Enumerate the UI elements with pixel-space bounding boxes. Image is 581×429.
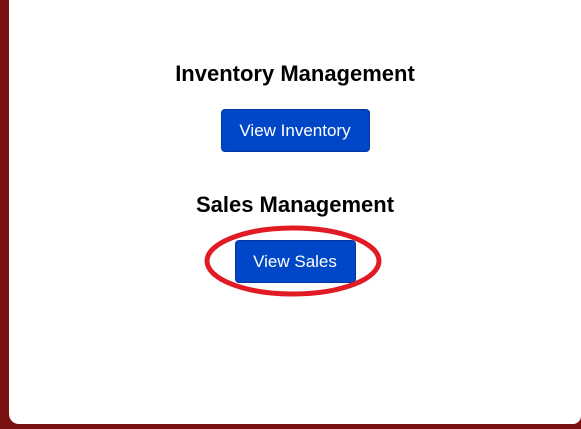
content-card: Inventory Management View Inventory Sale… [9,0,581,424]
view-sales-button[interactable]: View Sales [234,240,356,283]
sales-title: Sales Management [195,192,395,217]
view-inventory-button[interactable]: View Inventory [220,109,370,152]
sales-section: Sales Management View Sales [9,192,581,283]
inventory-section: Inventory Management View Inventory [9,61,581,152]
inventory-title: Inventory Management [175,61,415,86]
